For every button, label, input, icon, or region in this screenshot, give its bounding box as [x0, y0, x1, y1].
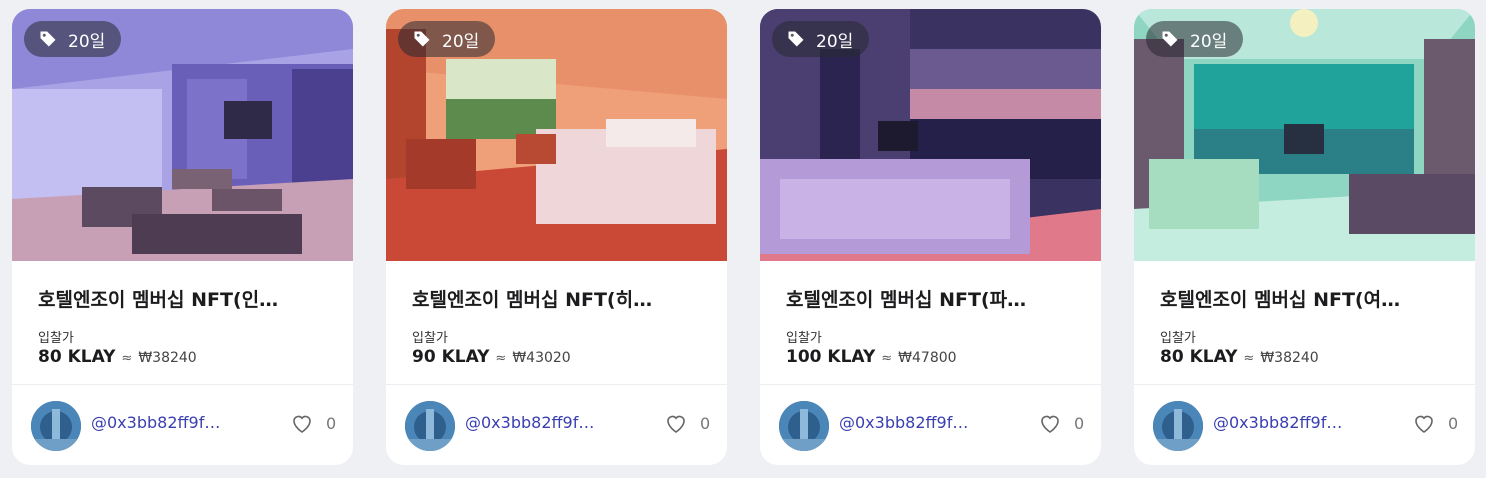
owner-avatar[interactable]	[31, 401, 81, 451]
approx-symbol: ≈	[881, 351, 893, 366]
expiry-days: 20일	[68, 31, 106, 52]
nft-card[interactable]: 20일 호텔엔조이 멤버십 NFT(인… 입찰가 80 KLAY ≈ ₩3824…	[12, 9, 353, 465]
nft-title[interactable]: 호텔엔조이 멤버십 NFT(여…	[1160, 285, 1450, 312]
heart-icon[interactable]	[1412, 411, 1436, 435]
expiry-tag: 20일	[398, 21, 496, 57]
like-count: 0	[326, 413, 337, 433]
nft-card[interactable]: 20일 호텔엔조이 멤버십 NFT(파… 입찰가 100 KLAY ≈ ₩478…	[760, 9, 1101, 465]
krw-price: ₩38240	[1260, 350, 1319, 366]
divider	[760, 384, 1101, 385]
divider	[1134, 384, 1475, 385]
like-button[interactable]: 0	[1412, 411, 1458, 435]
like-button[interactable]: 0	[290, 411, 336, 435]
price-row: 100 KLAY ≈ ₩47800	[786, 347, 957, 367]
klay-price: 100 KLAY	[786, 347, 876, 367]
price-tag-icon	[40, 31, 56, 47]
nft-card[interactable]: 20일 호텔엔조이 멤버십 NFT(히… 입찰가 90 KLAY ≈ ₩4302…	[386, 9, 727, 465]
approx-symbol: ≈	[1243, 351, 1255, 366]
heart-icon[interactable]	[664, 411, 688, 435]
price-tag-icon	[788, 31, 804, 47]
bid-label: 입찰가	[1160, 331, 1196, 346]
expiry-days: 20일	[816, 31, 854, 52]
klay-price: 80 KLAY	[1160, 347, 1238, 367]
owner-link[interactable]: @0x3bb82ff9f…	[91, 413, 220, 432]
like-button[interactable]: 0	[1038, 411, 1084, 435]
bid-label: 입찰가	[786, 331, 822, 346]
owner-link[interactable]: @0x3bb82ff9f…	[1213, 413, 1342, 432]
expiry-days: 20일	[442, 31, 480, 52]
nft-title[interactable]: 호텔엔조이 멤버십 NFT(히…	[412, 285, 702, 312]
owner-avatar[interactable]	[405, 401, 455, 451]
expiry-tag: 20일	[772, 21, 870, 57]
approx-symbol: ≈	[495, 351, 507, 366]
heart-icon[interactable]	[1038, 411, 1062, 435]
price-tag-icon	[414, 31, 430, 47]
owner-link[interactable]: @0x3bb82ff9f…	[839, 413, 968, 432]
like-count: 0	[1074, 413, 1085, 433]
expiry-days: 20일	[1190, 31, 1228, 52]
bid-label: 입찰가	[38, 331, 74, 346]
price-row: 90 KLAY ≈ ₩43020	[412, 347, 571, 367]
krw-price: ₩47800	[898, 350, 957, 366]
klay-price: 90 KLAY	[412, 347, 490, 367]
divider	[386, 384, 727, 385]
like-count: 0	[700, 413, 711, 433]
like-count: 0	[1448, 413, 1459, 433]
klay-price: 80 KLAY	[38, 347, 116, 367]
approx-symbol: ≈	[121, 351, 133, 366]
price-row: 80 KLAY ≈ ₩38240	[38, 347, 197, 367]
heart-icon[interactable]	[290, 411, 314, 435]
owner-avatar[interactable]	[779, 401, 829, 451]
krw-price: ₩43020	[512, 350, 571, 366]
like-button[interactable]: 0	[664, 411, 710, 435]
price-tag-icon	[1162, 31, 1178, 47]
expiry-tag: 20일	[24, 21, 122, 57]
nft-card[interactable]: 20일 호텔엔조이 멤버십 NFT(여… 입찰가 80 KLAY ≈ ₩3824…	[1134, 9, 1475, 465]
krw-price: ₩38240	[138, 350, 197, 366]
divider	[12, 384, 353, 385]
nft-title[interactable]: 호텔엔조이 멤버십 NFT(인…	[38, 285, 328, 312]
owner-link[interactable]: @0x3bb82ff9f…	[465, 413, 594, 432]
bid-label: 입찰가	[412, 331, 448, 346]
owner-avatar[interactable]	[1153, 401, 1203, 451]
price-row: 80 KLAY ≈ ₩38240	[1160, 347, 1319, 367]
expiry-tag: 20일	[1146, 21, 1244, 57]
nft-title[interactable]: 호텔엔조이 멤버십 NFT(파…	[786, 285, 1076, 312]
